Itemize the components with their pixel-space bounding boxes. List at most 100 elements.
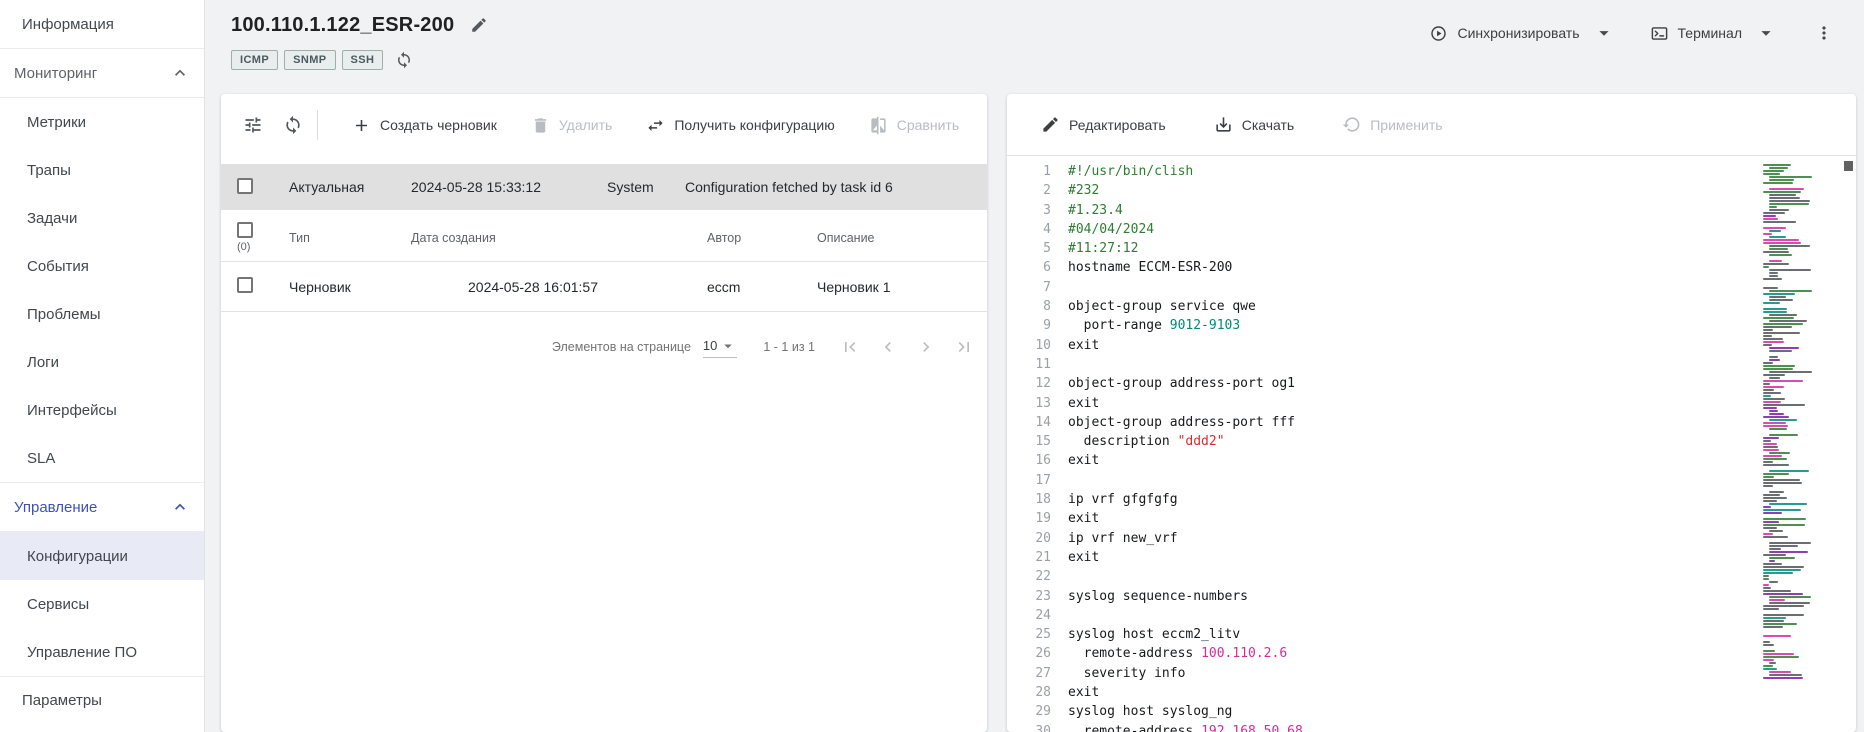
sidebar-item-events[interactable]: События	[0, 242, 204, 290]
sidebar-item-configurations[interactable]: Конфигурации	[0, 532, 204, 580]
select-all-checkbox[interactable]	[237, 222, 253, 238]
sidebar-item-logs[interactable]: Логи	[0, 338, 204, 386]
minimap-line	[1769, 548, 1781, 550]
synchronize-button[interactable]: Синхронизировать	[1423, 16, 1585, 51]
sidebar-item-label: Мониторинг	[14, 65, 97, 82]
last-page-icon	[954, 337, 974, 357]
code-line: 27 severity info	[1007, 664, 1856, 683]
minimap-line	[1763, 461, 1773, 463]
column-author[interactable]: Автор	[695, 231, 805, 245]
code-line: 25syslog host eccm2_litv	[1007, 625, 1856, 644]
last-page-button[interactable]	[945, 328, 983, 366]
apply-config-button[interactable]: Применить	[1336, 107, 1448, 142]
more-menu-button[interactable]	[1806, 15, 1842, 51]
minimap-line	[1769, 269, 1811, 271]
line-number: 4	[1007, 220, 1051, 239]
minimap-line	[1763, 344, 1772, 346]
minimap-line	[1763, 365, 1795, 367]
editor-scrollbar[interactable]	[1844, 159, 1853, 729]
minimap-line	[1769, 179, 1794, 181]
fetch-config-button[interactable]: Получить конфигурацию	[640, 108, 840, 143]
minimap-line	[1769, 197, 1800, 199]
sidebar-item-monitoring[interactable]: Мониторинг	[0, 48, 204, 98]
sidebar-item-label: Сервисы	[27, 596, 89, 613]
scrollbar-thumb[interactable]	[1844, 161, 1853, 171]
minimap-line	[1763, 191, 1801, 193]
minimap-line	[1763, 500, 1777, 502]
create-draft-button[interactable]: Создать черновик	[346, 108, 503, 143]
pagination: Элементов на странице 10 1 - 1 из 1	[221, 312, 987, 366]
delete-button[interactable]: Удалить	[525, 108, 618, 143]
terminal-dropdown-button[interactable]	[1748, 15, 1784, 51]
per-page-select[interactable]: 10	[703, 337, 737, 358]
sidebar: Информация Мониторинг Метрики Трапы Задачи Со…	[0, 0, 205, 732]
row-type: Черновик	[277, 279, 399, 295]
minimap-line	[1763, 278, 1782, 280]
current-config-date: 2024-05-28 15:33:12	[399, 179, 595, 195]
sidebar-item-parameters[interactable]: Параметры	[0, 676, 204, 724]
code-line: 2#232	[1007, 181, 1856, 200]
minimap-line	[1763, 626, 1783, 628]
sidebar-item-tasks[interactable]: Задачи	[0, 194, 204, 242]
prev-page-button[interactable]	[869, 328, 907, 366]
minimap-line	[1763, 221, 1796, 223]
edit-title-button[interactable]	[464, 10, 494, 40]
config-row[interactable]: Черновик2024-05-28 16:01:57eccmЧерновик …	[221, 262, 987, 312]
minimap-line	[1769, 209, 1789, 211]
compare-label: Сравнить	[897, 117, 959, 133]
refresh-list-button[interactable]	[273, 105, 313, 145]
code-line: 4#04/04/2024	[1007, 220, 1856, 239]
minimap-line	[1769, 671, 1791, 673]
minimap[interactable]	[1762, 164, 1810, 680]
sidebar-item-traps[interactable]: Трапы	[0, 146, 204, 194]
synchronize-label: Синхронизировать	[1457, 25, 1579, 41]
minimap-line	[1769, 290, 1812, 292]
minimap-line	[1762, 305, 1810, 307]
filter-button[interactable]	[233, 105, 273, 145]
download-config-button[interactable]: Скачать	[1208, 107, 1301, 142]
minimap-line	[1763, 395, 1771, 397]
sidebar-item-metrics[interactable]: Метрики	[0, 98, 204, 146]
minimap-line	[1762, 224, 1810, 226]
compare-button[interactable]: Сравнить	[863, 108, 965, 143]
line-number: 8	[1007, 297, 1051, 316]
refresh-device-button[interactable]	[389, 45, 419, 75]
swap-horiz-icon	[646, 116, 665, 135]
minimap-line	[1769, 248, 1788, 250]
sidebar-item-interfaces[interactable]: Интерфейсы	[0, 386, 204, 434]
synchronize-dropdown-button[interactable]	[1586, 15, 1622, 51]
column-date[interactable]: Дата создания	[399, 231, 695, 245]
sidebar-item-problems[interactable]: Проблемы	[0, 290, 204, 338]
sidebar-item-software[interactable]: Управление ПО	[0, 628, 204, 676]
sidebar-item-management[interactable]: Управление	[0, 482, 204, 532]
current-config-row[interactable]: Актуальная 2024-05-28 15:33:12 System Co…	[221, 164, 987, 210]
sidebar-item-label: Трапы	[27, 162, 71, 179]
minimap-line	[1763, 404, 1805, 406]
line-number: 28	[1007, 683, 1051, 702]
minimap-line	[1769, 299, 1793, 301]
row-checkbox[interactable]	[237, 277, 253, 293]
terminal-button[interactable]: Терминал	[1644, 16, 1748, 51]
minimap-line	[1763, 641, 1770, 643]
sidebar-item-services[interactable]: Сервисы	[0, 580, 204, 628]
chevron-down-icon	[719, 337, 737, 355]
sync-icon	[283, 115, 303, 135]
minimap-line	[1763, 653, 1794, 655]
minimap-line	[1763, 464, 1789, 466]
current-config-checkbox[interactable]	[237, 178, 253, 194]
minimap-line	[1769, 503, 1807, 505]
sidebar-item-sla[interactable]: SLA	[0, 434, 204, 482]
first-page-button[interactable]	[831, 328, 869, 366]
next-page-button[interactable]	[907, 328, 945, 366]
column-description[interactable]: Описание	[805, 231, 987, 245]
column-type[interactable]: Тип	[277, 231, 399, 245]
sidebar-item-label: События	[27, 258, 89, 275]
configs-toolbar: Создать черновик Удалить Получить конфиг…	[221, 94, 987, 156]
sidebar-item-information[interactable]: Информация	[0, 0, 204, 48]
minimap-line	[1762, 629, 1810, 631]
minimap-line	[1763, 392, 1781, 394]
page-title: 100.110.1.122_ESR-200	[231, 14, 454, 37]
edit-config-button[interactable]: Редактировать	[1035, 107, 1172, 142]
minimap-line	[1763, 590, 1791, 592]
line-number: 1	[1007, 162, 1051, 181]
